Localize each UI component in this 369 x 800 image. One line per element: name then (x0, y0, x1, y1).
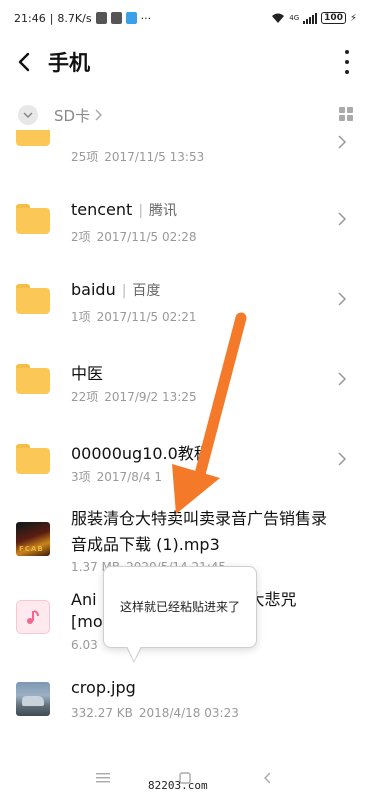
music-file-icon (16, 600, 50, 634)
folder-icon (16, 444, 50, 474)
more-dot-icon (345, 50, 349, 54)
image-thumbnail (16, 682, 50, 716)
menu-button[interactable] (94, 770, 112, 786)
folder-icon (16, 204, 50, 234)
more-notifications-icon: ··· (140, 11, 152, 25)
chevron-right-icon (338, 292, 347, 306)
back-icon (263, 772, 270, 784)
chevron-right-icon (338, 452, 347, 466)
tooltip-text: 这样就已经粘贴进来了 (119, 600, 240, 614)
folder-icon (16, 364, 50, 394)
item-name: crop.jpg (71, 678, 136, 697)
network-speed: 8.7K/s (57, 11, 92, 25)
back-nav-button[interactable] (258, 770, 276, 786)
item-name: 00000ug10.0教程 (71, 444, 210, 463)
chevron-down-icon (23, 112, 33, 118)
item-meta: 6.03 (71, 638, 98, 652)
wifi-icon (272, 13, 285, 23)
item-name: 中医 (71, 364, 104, 383)
notification-icon (110, 12, 122, 24)
file-list: 25项 2017/11/5 13:53 tencent | 腾讯 2项 2017/11/… (0, 130, 369, 756)
tooltip-bubble: 这样就已经粘贴进来了 (103, 566, 257, 663)
list-item[interactable]: tencent | 腾讯 2项 2017/11/5 02:28 (0, 180, 369, 260)
battery-level: 100 (321, 12, 346, 24)
status-right: 4G 100 ⚡ (271, 12, 357, 24)
list-item[interactable]: 00000ug10.0教程 3项 2017/8/4 1 (0, 420, 369, 500)
signal-icon (303, 12, 318, 24)
item-meta: 1项 2017/11/5 02:21 (71, 310, 197, 324)
list-item[interactable]: crop.jpg 332.27 KB 2018/4/18 03:23 (0, 670, 369, 750)
view-mode-button[interactable] (339, 107, 353, 121)
status-left: 21:46 | 8.7K/s ··· (14, 12, 271, 25)
item-name-line2: [mo (71, 612, 103, 631)
back-button[interactable] (0, 36, 48, 88)
chevron-right-icon (338, 135, 347, 149)
item-meta: 22项 2017/9/2 13:25 (71, 390, 197, 404)
tooltip-tail (126, 646, 142, 663)
storage-toggle-button[interactable] (18, 105, 38, 125)
chevron-right-icon (338, 372, 347, 386)
list-item[interactable]: 25项 2017/11/5 13:53 (0, 130, 369, 180)
page-title: 手机 (48, 51, 90, 75)
notification-icon (95, 12, 107, 24)
chevron-right-icon (338, 212, 347, 226)
more-dot-icon (345, 60, 349, 64)
more-dot-icon (345, 70, 349, 74)
app-header: 手机 (0, 36, 369, 88)
item-meta: 3项 2017/8/4 1 (71, 470, 162, 484)
chevron-right-icon (95, 109, 103, 121)
charging-icon: ⚡ (349, 12, 357, 24)
item-meta: 2项 2017/11/5 02:28 (71, 230, 197, 244)
status-divider: | (49, 11, 54, 25)
audio-thumbnail: FCAB (16, 522, 50, 556)
more-options-button[interactable] (343, 50, 351, 74)
breadcrumb: SD卡 (0, 100, 369, 130)
menu-icon (95, 773, 110, 783)
list-item[interactable]: 中医 22项 2017/9/2 13:25 (0, 340, 369, 420)
item-meta: 332.27 KB 2018/4/18 03:23 (71, 706, 239, 720)
status-time: 21:46 (14, 11, 46, 25)
network-type: 4G (289, 14, 300, 22)
navigation-bar: 82203.com (0, 756, 369, 800)
item-name: baidu | 百度 (71, 280, 161, 299)
folder-icon (16, 130, 50, 146)
app-notification-icon (125, 12, 137, 24)
breadcrumb-sd-card[interactable]: SD卡 (54, 105, 90, 126)
item-meta: 25项 2017/11/5 13:53 (71, 150, 205, 164)
list-item[interactable]: baidu | 百度 1项 2017/11/5 02:21 (0, 260, 369, 340)
status-bar: 21:46 | 8.7K/s ··· 4G 100 ⚡ (0, 0, 369, 36)
back-arrow-icon (18, 52, 30, 72)
folder-icon (16, 284, 50, 314)
watermark: 82203.com (148, 779, 208, 792)
item-name: 服装清仓大特卖叫卖录音广告销售录音成品下载 (1).mp3 (71, 509, 328, 554)
item-name: tencent | 腾讯 (71, 200, 178, 219)
